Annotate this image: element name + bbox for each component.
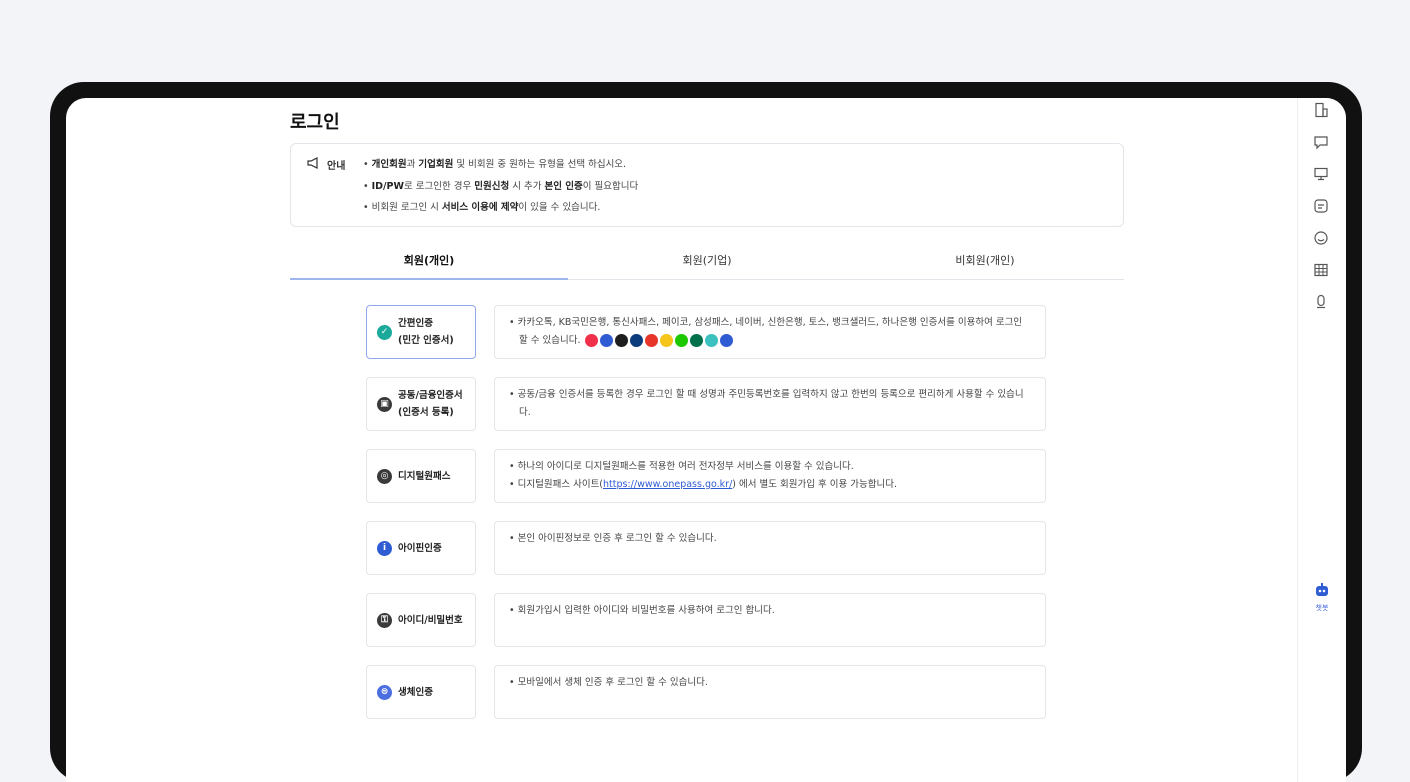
page-title: 로그인 [290, 112, 340, 133]
fingerprint-icon: ◎ [377, 468, 392, 484]
biometric-description: 모바일에서 생체 인증 후 로그인 할 수 있습니다. [494, 665, 1046, 719]
provider-logo-icon [659, 334, 673, 347]
tab-non-member[interactable]: 비회원(개인) [846, 246, 1124, 279]
notice-label: 안내 [327, 161, 346, 172]
grid-icon[interactable] [1313, 262, 1329, 278]
login-methods: ✓ 간편인증(민간 인증서) 카카오톡, KB국민은행, 통신사패스, 페이코,… [366, 305, 1046, 737]
provider-logo-icon [644, 334, 658, 347]
document-icon[interactable] [1313, 102, 1329, 118]
id-password-description: 회원가입시 입력한 아이디와 비밀번호를 사용하여 로그인 합니다. [494, 593, 1046, 647]
notice-box: 안내 개인회원과 기업회원 및 비회원 중 원하는 유형을 선택 하십시오. I… [290, 143, 1124, 227]
provider-logo-icon [584, 334, 598, 347]
certificate-button[interactable]: ▣ 공동/금융인증서 (인증서 등록) [366, 377, 476, 431]
ipin-description: 본인 아이핀정보로 인증 후 로그인 할 수 있습니다. [494, 521, 1046, 575]
info-icon: i [377, 540, 392, 556]
simple-auth-description: 카카오톡, KB국민은행, 통신사패스, 페이코, 삼성패스, 네이버, 신한은… [494, 305, 1046, 359]
provider-logo-icon [719, 334, 733, 347]
digital-onepass-description: 하나의 아이디로 디지털원패스를 적용한 여러 전자정부 서비스를 이용할 수 … [494, 449, 1046, 503]
tab-member-corporate[interactable]: 회원(기업) [568, 246, 846, 279]
digital-onepass-button[interactable]: ◎ 디지털원패스 [366, 449, 476, 503]
provider-logo-icon [629, 334, 643, 347]
method-row-biometric: ⊜ 생체인증 모바일에서 생체 인증 후 로그인 할 수 있습니다. [366, 665, 1046, 721]
method-row-digital-onepass: ◎ 디지털원패스 하나의 아이디로 디지털원패스를 적용한 여러 전자정부 서비… [366, 449, 1046, 505]
notice-line-1: 개인회원과 기업회원 및 비회원 중 원하는 유형을 선택 하십시오. [363, 154, 638, 176]
method-row-simple-auth: ✓ 간편인증(민간 인증서) 카카오톡, KB국민은행, 통신사패스, 페이코,… [366, 305, 1046, 361]
onepass-link[interactable]: https://www.onepass.go.kr/ [603, 479, 732, 490]
provider-logo-icon [704, 334, 718, 347]
chatbot-label: 챗봇 [1315, 604, 1329, 612]
right-quick-menu: 챗봇 [1297, 98, 1346, 782]
biometric-button[interactable]: ⊜ 생체인증 [366, 665, 476, 719]
simple-auth-button[interactable]: ✓ 간편인증 (민간 인증서) [366, 305, 476, 359]
id-password-button[interactable]: ⚿ 아이디/비밀번호 [366, 593, 476, 647]
lock-icon: ⚿ [377, 612, 392, 628]
tab-member-individual[interactable]: 회원(개인) [290, 246, 568, 280]
robot-icon [1314, 583, 1330, 602]
member-type-tabs: 회원(개인) 회원(기업) 비회원(개인) [290, 246, 1124, 280]
provider-logo-icon [599, 334, 613, 347]
provider-logo-icon [689, 334, 703, 347]
screen: 로그인 안내 개인회원과 기업회원 및 비회원 중 원하는 유형을 선택 하십시… [66, 98, 1346, 782]
ipin-button[interactable]: i 아이핀인증 [366, 521, 476, 575]
message-icon[interactable] [1313, 198, 1329, 214]
chat-icon[interactable] [1313, 134, 1329, 150]
notice-list: 개인회원과 기업회원 및 비회원 중 원하는 유형을 선택 하십시오. ID/P… [363, 154, 639, 219]
provider-logo-icon [674, 334, 688, 347]
chatbot-button[interactable]: 챗봇 [1311, 582, 1333, 613]
check-shield-icon: ✓ [377, 324, 392, 340]
certificate-icon: ▣ [377, 396, 392, 412]
provider-logos [584, 334, 733, 347]
biometric-icon: ⊜ [377, 684, 392, 700]
tablet-frame: 로그인 안내 개인회원과 기업회원 및 비회원 중 원하는 유형을 선택 하십시… [50, 82, 1362, 782]
notice-line-3: 비회원 로그인 시 서비스 이용에 제약이 있을 수 있습니다. [363, 197, 638, 219]
method-row-id-password: ⚿ 아이디/비밀번호 회원가입시 입력한 아이디와 비밀번호를 사용하여 로그인… [366, 593, 1046, 649]
smile-icon[interactable] [1313, 230, 1329, 246]
method-row-ipin: i 아이핀인증 본인 아이핀정보로 인증 후 로그인 할 수 있습니다. [366, 521, 1046, 577]
method-row-certificate: ▣ 공동/금융인증서(인증서 등록) 공동/금융 인증서를 등록한 경우 로그인… [366, 377, 1046, 433]
monitor-icon[interactable] [1313, 166, 1329, 182]
megaphone-icon [307, 157, 321, 172]
mic-icon[interactable] [1313, 294, 1329, 310]
notice-line-2: ID/PW로 로그인한 경우 민원신청 시 추가 본인 인증이 필요합니다 [363, 176, 639, 198]
certificate-description: 공동/금융 인증서를 등록한 경우 로그인 할 때 성명과 주민등록번호를 입력… [494, 377, 1046, 431]
provider-logo-icon [614, 334, 628, 347]
